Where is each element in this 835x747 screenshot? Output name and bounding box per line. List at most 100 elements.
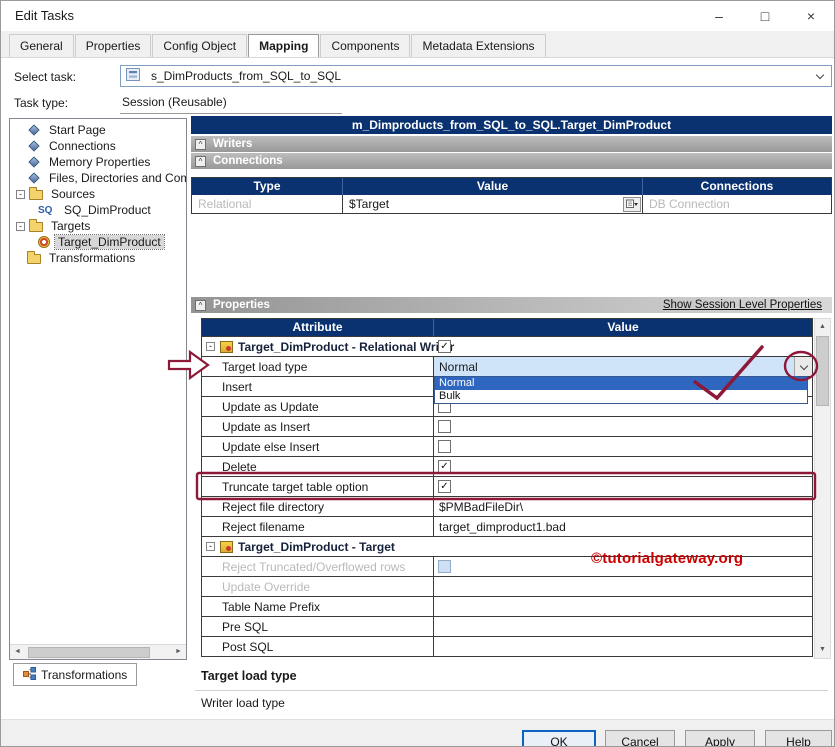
- folder-icon: [29, 187, 43, 200]
- tree-item-sq-dimproduct[interactable]: SQ SQ_DimProduct: [10, 202, 186, 218]
- property-row-update-else-insert: Update else Insert: [202, 436, 812, 456]
- connections-label: Connections: [213, 155, 283, 167]
- tab-config-object[interactable]: Config Object: [152, 34, 248, 57]
- attribute-label: Update else Insert: [202, 437, 434, 456]
- tree-item-label: Connections: [49, 139, 116, 153]
- show-session-level-properties-link[interactable]: Show Session Level Properties: [663, 299, 822, 311]
- scroll-left-icon[interactable]: ◄: [10, 645, 25, 659]
- collapse-writers-icon[interactable]: ^: [195, 138, 206, 150]
- checkbox-checked[interactable]: ✓: [438, 460, 451, 473]
- tree-item-transformations[interactable]: Transformations: [10, 250, 186, 266]
- chevron-down-icon[interactable]: [815, 70, 825, 79]
- tree-item-start-page[interactable]: Start Page: [10, 122, 186, 138]
- checkbox-unchecked[interactable]: [438, 440, 451, 453]
- collapse-connections-icon[interactable]: ^: [195, 155, 206, 167]
- scroll-right-icon[interactable]: ►: [171, 645, 186, 659]
- tree-item-files-directories-and-com[interactable]: Files, Directories and Com: [10, 170, 186, 186]
- column-header-value: Value: [607, 320, 639, 334]
- value-picker-button[interactable]: [623, 196, 641, 212]
- expander-icon[interactable]: -: [16, 189, 25, 199]
- tree-item-label: Files, Directories and Com: [49, 171, 187, 185]
- dropdown-option-bulk[interactable]: Bulk: [435, 390, 807, 403]
- tree-item-connections[interactable]: Connections: [10, 138, 186, 154]
- property-group-label: Target_DimProduct - Relational Writer: [238, 339, 455, 354]
- attribute-label: Truncate target table option: [202, 477, 434, 496]
- target-writer-icon: [220, 340, 233, 353]
- tree-item-targets[interactable]: - Targets: [10, 218, 186, 234]
- property-row-post-sql: Post SQL: [202, 636, 812, 656]
- load-type-combobox[interactable]: Normal: [434, 357, 812, 376]
- tree-item-label: SQ_DimProduct: [64, 203, 151, 217]
- dropdown-option-normal[interactable]: Normal: [435, 377, 807, 390]
- scrollbar-thumb[interactable]: [816, 336, 829, 406]
- attribute-label: Reject Truncated/Overflowed rows: [202, 557, 434, 576]
- tab-properties[interactable]: Properties: [74, 34, 152, 57]
- task-type-label: Task type:: [14, 96, 69, 110]
- chevron-down-icon[interactable]: [794, 357, 812, 376]
- select-task-label: Select task:: [14, 70, 77, 84]
- tree-items: Start Page Connections Memory Properties Fi…: [10, 119, 186, 266]
- tree-horizontal-scrollbar[interactable]: ◄ ►: [10, 644, 186, 659]
- start-page-icon: [28, 124, 40, 136]
- tree-tab-strip: Transformations: [9, 662, 187, 688]
- collapse-icon[interactable]: -: [206, 542, 215, 551]
- connections-table-header: Type Value Connections: [192, 178, 831, 195]
- folder-icon: [29, 219, 43, 232]
- attribute-label: Insert: [202, 377, 434, 396]
- value-cell: $PMBadFileDir\: [434, 497, 812, 516]
- tree-item-sources[interactable]: - Sources: [10, 186, 186, 202]
- column-header-value: Value: [342, 178, 642, 195]
- checkbox-checked[interactable]: ✓: [438, 480, 451, 493]
- tab-metadata-extensions[interactable]: Metadata Extensions: [411, 34, 546, 57]
- expander-icon[interactable]: -: [16, 221, 25, 231]
- properties-label: Properties: [213, 299, 270, 311]
- value-cell: [434, 577, 812, 596]
- cancel-button[interactable]: Cancel: [605, 730, 675, 746]
- tree-item-memory-properties[interactable]: Memory Properties: [10, 154, 186, 170]
- attribute-label: Reject file directory: [202, 497, 434, 516]
- task-tree-panel: Start Page Connections Memory Properties Fi…: [9, 118, 187, 660]
- value-cell: [434, 597, 812, 616]
- source-qualifier-icon: SQ: [38, 204, 53, 216]
- task-type-value: Session (Reusable): [120, 93, 342, 114]
- attribute-label: Update Override: [202, 577, 434, 596]
- memory-properties-icon: [28, 156, 40, 168]
- column-header-type: Type: [253, 179, 281, 193]
- collapse-icon[interactable]: -: [206, 342, 215, 351]
- scrollbar-thumb[interactable]: [28, 647, 150, 658]
- maximize-button[interactable]: □: [742, 1, 788, 31]
- properties-table-header: Attribute Value: [202, 319, 812, 336]
- collapse-properties-icon[interactable]: ^: [195, 299, 206, 311]
- select-task-combobox[interactable]: s_DimProducts_from_SQL_to_SQL: [120, 65, 832, 87]
- close-button[interactable]: ×: [788, 1, 834, 31]
- edit-tasks-dialog: Edit Tasks – □ × General Properties Config…: [0, 0, 835, 747]
- minimize-button[interactable]: –: [696, 1, 742, 31]
- scroll-up-icon[interactable]: ▲: [815, 319, 830, 335]
- ok-button[interactable]: OK: [522, 730, 596, 746]
- window-controls: – □ ×: [696, 1, 834, 31]
- target-icon: [38, 236, 50, 248]
- tab-transformations[interactable]: Transformations: [13, 663, 138, 686]
- property-row-update-as-insert: Update as Insert: [202, 416, 812, 436]
- tree-item-target-dimproduct[interactable]: Target_DimProduct: [10, 234, 186, 250]
- transformations-icon: [23, 666, 36, 683]
- checkbox-unchecked[interactable]: [438, 420, 451, 433]
- titlebar[interactable]: Edit Tasks – □ ×: [1, 1, 834, 31]
- tab-components[interactable]: Components: [320, 34, 411, 57]
- checkbox-checked[interactable]: ✓: [438, 340, 451, 353]
- scroll-down-icon[interactable]: ▼: [815, 642, 830, 658]
- value-text: target_dimproduct1.bad: [439, 519, 566, 534]
- tree-item-label: Memory Properties: [49, 155, 151, 169]
- attribute-label: Post SQL: [202, 637, 434, 656]
- description-divider: [195, 690, 828, 691]
- tab-mapping[interactable]: Mapping: [248, 34, 320, 57]
- help-button[interactable]: Help: [765, 730, 832, 746]
- property-row-delete: Delete ✓: [202, 456, 812, 476]
- column-header-connections: Connections: [642, 178, 831, 195]
- tree-item-label: Start Page: [49, 123, 106, 137]
- window-title: Edit Tasks: [15, 8, 75, 23]
- property-group-target-dimproduct-relational-writer[interactable]: - Target_DimProduct - Relational Writer ✓: [202, 336, 812, 356]
- apply-button[interactable]: Apply: [685, 730, 755, 746]
- properties-vertical-scrollbar[interactable]: ▲ ▼: [814, 318, 831, 659]
- tab-general[interactable]: General: [9, 34, 74, 57]
